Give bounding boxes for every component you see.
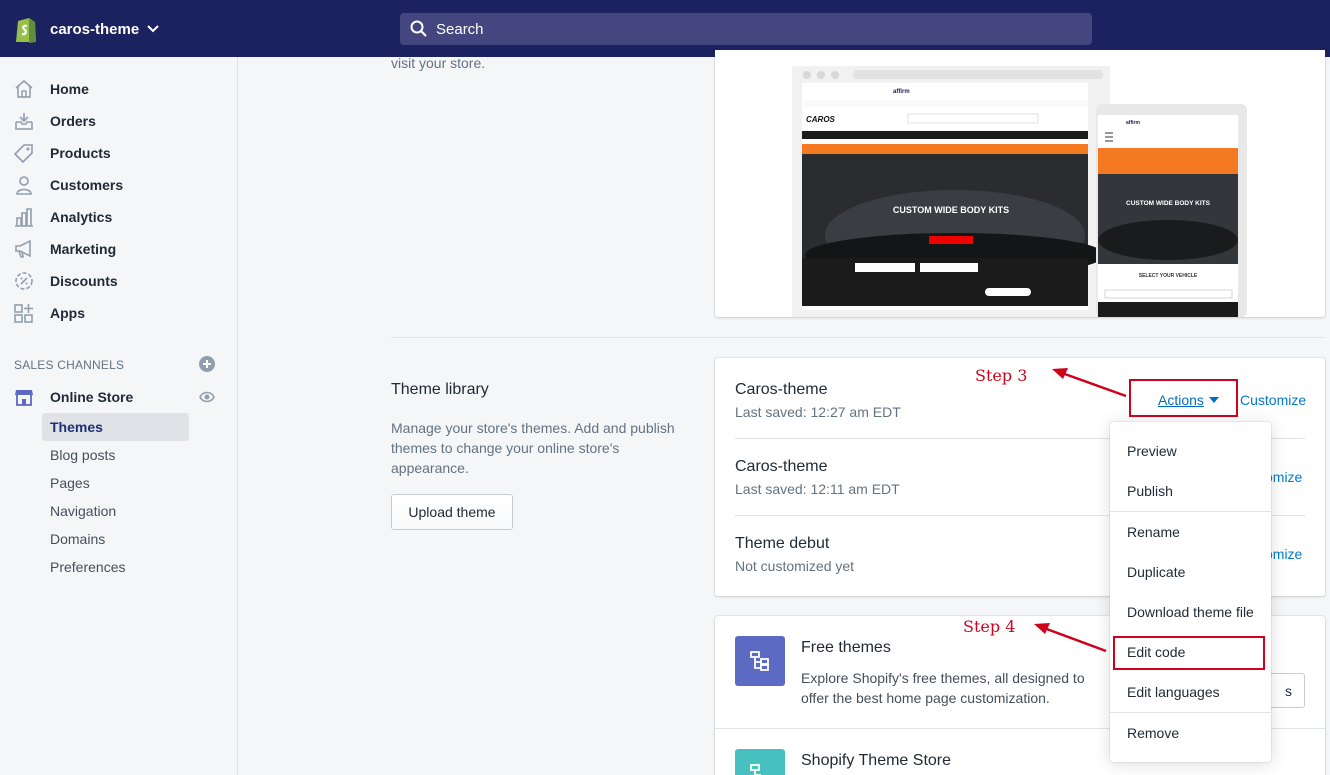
home-icon bbox=[15, 79, 33, 98]
free-themes-description-line-2: offer the best home page customization. bbox=[801, 690, 1050, 706]
sidebar-item-analytics[interactable]: Analytics bbox=[14, 204, 112, 230]
theme-name: Caros-theme bbox=[735, 458, 828, 475]
sidebar-item-orders[interactable]: Orders bbox=[14, 108, 96, 134]
upload-theme-button[interactable]: Upload theme bbox=[391, 494, 513, 530]
actions-label: Actions bbox=[1158, 392, 1204, 408]
theme-structure-icon bbox=[750, 651, 769, 671]
theme-preview-image: affirm CAROS CUSTOM WIDE BODY KITS affir… bbox=[792, 66, 1247, 317]
sidebar-item-customers[interactable]: Customers bbox=[14, 172, 123, 198]
sidebar-item-discounts[interactable]: Discounts bbox=[14, 268, 118, 294]
theme-store-icon bbox=[735, 749, 785, 775]
caret-down-icon bbox=[1208, 397, 1219, 403]
top-bar: caros-theme bbox=[0, 0, 1330, 57]
sidebar-item-label: Online Store bbox=[50, 389, 134, 405]
free-themes-description-line-1: Explore Shopify's free themes, all desig… bbox=[801, 670, 1085, 686]
section-divider bbox=[391, 337, 1325, 338]
sidebar-item-pages[interactable]: Pages bbox=[42, 469, 189, 497]
menu-item-remove[interactable]: Remove bbox=[1127, 725, 1179, 741]
sidebar-item-products[interactable]: Products bbox=[14, 140, 111, 166]
sidebar-item-apps[interactable]: Apps bbox=[14, 300, 85, 326]
step-4-annotation: Step 4 bbox=[963, 617, 1016, 636]
search-icon bbox=[410, 20, 427, 37]
theme-preview-card: affirm CAROS CUSTOM WIDE BODY KITS affir… bbox=[715, 50, 1325, 317]
menu-item-duplicate[interactable]: Duplicate bbox=[1127, 564, 1185, 580]
library-description-line-3: appearance. bbox=[391, 460, 469, 476]
actions-dropdown-menu: Preview Publish Rename Duplicate Downloa… bbox=[1110, 422, 1271, 762]
sidebar-item-navigation[interactable]: Navigation bbox=[42, 497, 189, 525]
sidebar-item-home[interactable]: Home bbox=[14, 76, 89, 102]
bar-chart-icon bbox=[15, 208, 33, 227]
megaphone-icon bbox=[15, 239, 31, 258]
theme-last-saved: Last saved: 12:27 am EDT bbox=[735, 404, 901, 420]
menu-item-edit-languages[interactable]: Edit languages bbox=[1127, 684, 1220, 700]
menu-separator bbox=[1110, 511, 1271, 512]
mobile-hero-text: CUSTOM WIDE BODY KITS bbox=[1126, 200, 1211, 207]
discount-icon bbox=[15, 272, 33, 290]
intro-text: visit your store. bbox=[391, 55, 486, 71]
sidebar-item-label: Apps bbox=[50, 305, 85, 321]
menu-separator bbox=[1110, 712, 1271, 713]
sales-channels-heading: SALES CHANNELS bbox=[14, 358, 125, 372]
affirm-logo-mobile: affirm bbox=[1126, 120, 1140, 126]
library-description-line-1: Manage your store's themes. Add and publ… bbox=[391, 420, 675, 436]
sidebar-item-label: Home bbox=[50, 81, 89, 97]
store-switcher[interactable]: caros-theme bbox=[14, 14, 159, 44]
theme-store-title: Shopify Theme Store bbox=[801, 752, 952, 769]
step-3-annotation: Step 3 bbox=[975, 366, 1028, 385]
add-channel-icon[interactable] bbox=[199, 356, 215, 372]
store-icon bbox=[15, 390, 33, 406]
sidebar-item-preferences[interactable]: Preferences bbox=[42, 553, 189, 581]
theme-name: Theme debut bbox=[735, 535, 830, 552]
sidebar-item-label: Discounts bbox=[50, 273, 118, 289]
menu-item-preview[interactable]: Preview bbox=[1127, 443, 1177, 459]
eye-icon[interactable] bbox=[199, 390, 215, 404]
sidebar-item-marketing[interactable]: Marketing bbox=[14, 236, 116, 262]
desktop-hero-text: CUSTOM WIDE BODY KITS bbox=[893, 205, 1009, 215]
menu-item-rename[interactable]: Rename bbox=[1127, 524, 1180, 540]
search-bar[interactable] bbox=[400, 13, 1092, 45]
apps-icon bbox=[14, 304, 33, 323]
desktop-brand: CAROS bbox=[806, 115, 836, 124]
library-description-line-2: themes to change your online store's bbox=[391, 440, 620, 456]
theme-library-title: Theme library bbox=[391, 381, 489, 398]
menu-item-download-theme-file[interactable]: Download theme file bbox=[1127, 604, 1254, 620]
sidebar-item-label: Products bbox=[50, 145, 111, 161]
person-icon bbox=[16, 176, 32, 195]
search-input[interactable] bbox=[436, 20, 1036, 38]
free-themes-icon bbox=[735, 636, 785, 686]
theme-last-saved: Last saved: 12:11 am EDT bbox=[735, 481, 900, 497]
sidebar-item-themes[interactable]: Themes bbox=[42, 413, 189, 441]
mobile-select-text: SELECT YOUR VEHICLE bbox=[1139, 273, 1198, 279]
tag-icon bbox=[14, 144, 33, 163]
store-name: caros-theme bbox=[50, 20, 140, 38]
menu-item-publish[interactable]: Publish bbox=[1127, 483, 1173, 499]
free-themes-title: Free themes bbox=[801, 639, 891, 656]
sidebar-item-label: Marketing bbox=[50, 241, 117, 257]
sidebar: Home Orders Products Customers Analytics… bbox=[0, 57, 238, 775]
sidebar-item-online-store[interactable]: Online Store bbox=[14, 384, 133, 410]
sidebar-item-label: Customers bbox=[50, 177, 124, 193]
shopify-logo-icon bbox=[16, 18, 36, 43]
customize-button[interactable]: Customize bbox=[1240, 392, 1306, 408]
theme-name: Caros-theme bbox=[735, 381, 828, 398]
sidebar-item-domains[interactable]: Domains bbox=[42, 525, 189, 553]
affirm-logo: affirm bbox=[893, 89, 910, 95]
actions-dropdown-button[interactable]: Actions bbox=[1158, 392, 1219, 408]
sidebar-item-blog-posts[interactable]: Blog posts bbox=[42, 441, 189, 469]
sidebar-item-label: Analytics bbox=[50, 209, 113, 225]
chevron-down-icon bbox=[147, 25, 159, 33]
sidebar-item-label: Orders bbox=[50, 113, 96, 129]
theme-status: Not customized yet bbox=[735, 558, 855, 574]
menu-item-edit-code[interactable]: Edit code bbox=[1127, 644, 1185, 660]
theme-structure-icon bbox=[750, 764, 761, 775]
orders-icon bbox=[15, 113, 33, 130]
